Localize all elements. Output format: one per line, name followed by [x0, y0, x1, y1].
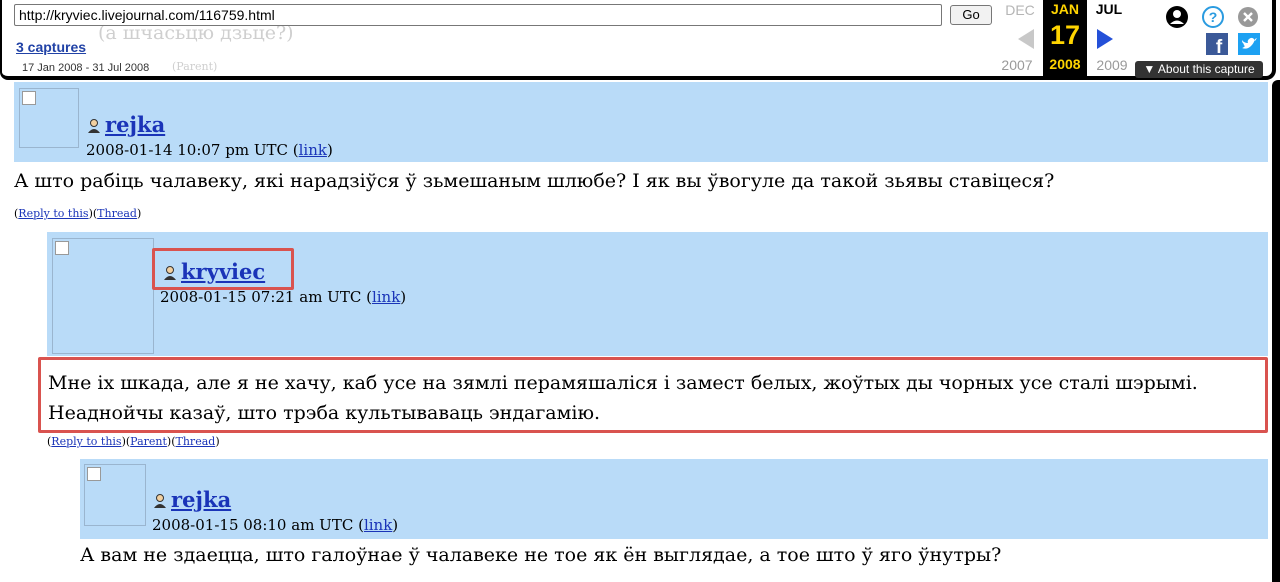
close-icon[interactable]: [1237, 6, 1259, 33]
facebook-icon[interactable]: f: [1206, 33, 1228, 60]
svg-text:f: f: [1216, 37, 1223, 55]
userpic-rejka-2: [84, 464, 146, 526]
broken-image-icon: [87, 467, 101, 481]
permalink[interactable]: link: [364, 516, 392, 534]
username-rejka-1[interactable]: rejka: [86, 112, 165, 137]
go-button[interactable]: Go: [950, 5, 992, 25]
comment-actions-2: (Reply to this)(Parent)(Thread): [47, 435, 220, 448]
highlight-text-box: [38, 357, 1268, 433]
caret-down-icon: ▼: [1143, 62, 1158, 76]
prev-capture-arrow-icon[interactable]: [1016, 28, 1036, 55]
broken-image-icon: [22, 91, 36, 105]
date-text: 2008-01-14 10:07 pm UTC: [86, 141, 288, 159]
account-icon[interactable]: [1165, 5, 1189, 34]
userpic-kryviec: [52, 238, 154, 354]
url-input[interactable]: http://kryviec.livejournal.com/116759.ht…: [14, 4, 942, 26]
comment-text-3: А вам не здаецца, што галоўнае ў чалавек…: [80, 544, 1002, 566]
comment-date-1: 2008-01-14 10:07 pm UTC (link): [86, 141, 333, 159]
svg-text:?: ?: [1209, 9, 1218, 25]
about-capture-button[interactable]: ▼ About this capture: [1135, 61, 1263, 78]
userpic-rejka-1: [19, 88, 79, 148]
ghost-parent-text: (Parent): [172, 60, 218, 73]
date-text: 2008-01-15 07:21 am UTC: [160, 288, 362, 306]
comment-text-1: А што рабіць чалавеку, які нарадзіўся ў …: [14, 170, 1055, 192]
thread-link[interactable]: Thread: [97, 207, 137, 220]
frame-edge: [1272, 80, 1280, 582]
permalink[interactable]: link: [299, 141, 327, 159]
thread-link[interactable]: Thread: [176, 435, 216, 448]
prev-year-label[interactable]: 2007: [997, 57, 1037, 73]
prev-month-label[interactable]: DEC: [1000, 2, 1040, 18]
reply-link[interactable]: Reply to this: [51, 435, 121, 448]
highlight-username-box: [152, 248, 294, 290]
username-rejka-2[interactable]: rejka: [152, 487, 231, 512]
parent-link[interactable]: Parent: [130, 435, 167, 448]
twitter-icon[interactable]: [1238, 33, 1260, 60]
user-icon: [154, 494, 166, 508]
next-capture-arrow-icon[interactable]: [1095, 28, 1115, 55]
comment-date-2: 2008-01-15 07:21 am UTC (link): [160, 288, 407, 306]
username-label: rejka: [171, 487, 232, 512]
captures-link[interactable]: 3 captures: [16, 39, 86, 55]
reply-link[interactable]: Reply to this: [18, 207, 88, 220]
username-label: rejka: [105, 112, 166, 137]
about-capture-label: About this capture: [1157, 62, 1255, 76]
wayback-toolbar: (а шчасьцю дзьце?) (Parent) http://kryvi…: [0, 0, 1276, 80]
comment-date-3: 2008-01-15 08:10 am UTC (link): [152, 516, 399, 534]
permalink[interactable]: link: [372, 288, 400, 306]
current-year-label: 2008: [1049, 56, 1081, 72]
current-day-label: 17: [1049, 20, 1081, 50]
broken-image-icon: [55, 241, 69, 255]
comment-actions-1: (Reply to this)(Thread): [14, 207, 142, 220]
capture-date-range: 17 Jan 2008 - 31 Jul 2008: [22, 62, 150, 74]
next-year-label[interactable]: 2009: [1092, 57, 1132, 73]
user-icon: [88, 119, 100, 133]
next-month-label[interactable]: JUL: [1089, 1, 1129, 17]
help-icon[interactable]: ?: [1201, 5, 1225, 34]
current-month-label: JAN: [1050, 1, 1079, 17]
date-text: 2008-01-15 08:10 am UTC: [152, 516, 354, 534]
